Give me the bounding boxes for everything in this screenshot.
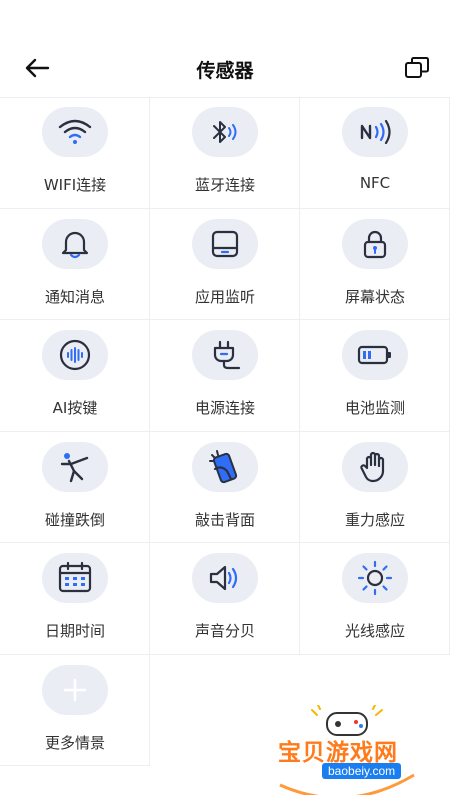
sensor-item-label: 应用监听: [194, 287, 255, 306]
sensor-item-decibel[interactable]: 声音分贝: [150, 543, 300, 655]
battery-icon: [342, 330, 408, 380]
tablet-icon: [192, 218, 258, 269]
speaker-icon: [192, 553, 258, 603]
sensor-item-more[interactable]: 更多情景: [0, 654, 150, 766]
sensor-item-label: 蓝牙连接: [194, 176, 255, 194]
calendar-icon: [42, 553, 108, 603]
sensor-item-label: 电池监测: [344, 399, 405, 417]
nfc-icon: [342, 107, 408, 157]
top-bar: 传感器: [0, 0, 450, 97]
sensor-item-power[interactable]: 电源连接: [150, 320, 300, 432]
sensor-item-label: 通知消息: [44, 287, 105, 306]
sensor-item-wifi[interactable]: WIFI连接: [0, 97, 150, 209]
sensor-item-label: 电源连接: [194, 399, 255, 417]
sensor-item-nfc[interactable]: NFC: [300, 97, 450, 209]
sun-icon: [342, 553, 408, 603]
page-title: 传感器: [196, 60, 254, 82]
sensor-item-label: 敲击背面: [194, 510, 255, 529]
sensor-item-label: 声音分贝: [194, 622, 255, 640]
sensor-item-gravity[interactable]: 重力感应: [300, 431, 450, 543]
sensor-item-battery[interactable]: 电池监测: [300, 320, 450, 432]
bluetooth-icon: [192, 107, 258, 157]
sensor-item-label: 碰撞跌倒: [44, 510, 105, 529]
sensor-item-bluetooth[interactable]: 蓝牙连接: [150, 97, 300, 209]
wifi-icon: [42, 107, 108, 157]
sensor-item-label: 光线感应: [344, 622, 405, 640]
watermark-url: baobeiy.com: [322, 763, 402, 779]
plus-icon: [42, 664, 108, 715]
bell-icon: [42, 218, 108, 269]
sensor-item-screen-state[interactable]: 屏幕状态: [300, 208, 450, 320]
voice-icon: [42, 330, 108, 380]
sensor-item-label: AI按键: [52, 399, 98, 417]
lock-icon: [342, 218, 408, 269]
sensor-item-datetime[interactable]: 日期时间: [0, 543, 150, 655]
plug-icon: [192, 330, 258, 380]
tap-phone-icon: [192, 441, 258, 492]
sensor-item-label: NFC: [359, 174, 391, 192]
sensor-item-label: 重力感应: [344, 510, 405, 529]
sensor-item-label: 更多情景: [44, 733, 105, 752]
sensor-item-app-monitor[interactable]: 应用监听: [150, 208, 300, 320]
hand-icon: [342, 441, 408, 492]
copy-button[interactable]: [402, 54, 432, 82]
sensor-item-notification[interactable]: 通知消息: [0, 208, 150, 320]
watermark-text: 宝贝游戏网: [278, 740, 398, 766]
sensor-item-ai-key[interactable]: AI按键: [0, 320, 150, 432]
sensor-item-label: WIFI连接: [43, 176, 107, 194]
sensor-item-label: 屏幕状态: [344, 287, 405, 306]
sensor-item-back-tap[interactable]: 敲击背面: [150, 431, 300, 543]
sensor-item-fall[interactable]: 碰撞跌倒: [0, 431, 150, 543]
fall-icon: [42, 441, 108, 492]
sensor-item-label: 日期时间: [44, 622, 105, 640]
sensor-item-light[interactable]: 光线感应: [300, 543, 450, 655]
copy-icon: [405, 57, 429, 78]
